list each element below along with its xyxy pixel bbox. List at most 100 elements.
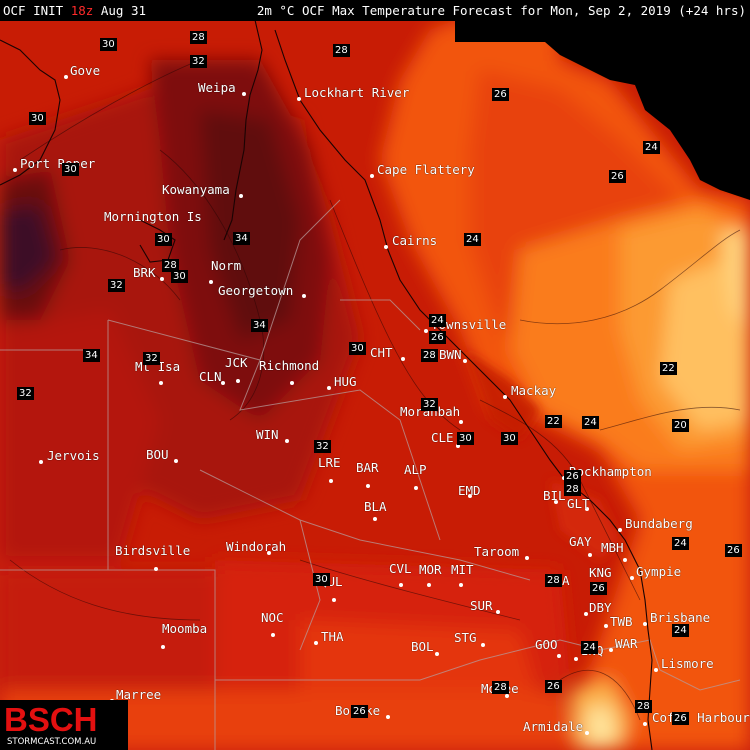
city-label: WAR (615, 636, 638, 651)
contour-label: 28 (190, 31, 207, 44)
city-marker (604, 624, 608, 628)
city-label: WIN (256, 427, 279, 442)
city-marker (242, 92, 246, 96)
city-label: Rockhampton (569, 464, 652, 479)
init-text: OCF INIT (3, 3, 64, 18)
contour-label: 30 (29, 112, 46, 125)
city-label: MIT (451, 562, 474, 577)
contour-label: 30 (349, 342, 366, 355)
city-marker (401, 357, 405, 361)
city-marker (585, 731, 589, 735)
city-marker (643, 622, 647, 626)
contour-label: 24 (429, 314, 446, 327)
contour-label: 30 (501, 432, 518, 445)
city-label: EMD (458, 483, 481, 498)
contour-label: 26 (351, 705, 368, 718)
contour-label: 32 (314, 440, 331, 453)
contour-label: 28 (492, 681, 509, 694)
city-marker (370, 174, 374, 178)
city-label: Birdsville (115, 543, 191, 558)
city-label: JCK (225, 355, 248, 370)
city-label: CLE (431, 430, 454, 445)
city-label: Norm (211, 258, 242, 273)
city-label: MOR (419, 562, 442, 577)
city-label: GAY (569, 534, 592, 549)
contour-label: 26 (492, 88, 509, 101)
city-marker (574, 657, 578, 661)
contour-label: 30 (171, 270, 188, 283)
city-marker (525, 556, 529, 560)
city-marker (174, 459, 178, 463)
city-label: GLT (567, 496, 590, 511)
city-marker (588, 553, 592, 557)
city-label: Gympie (636, 564, 682, 579)
city-label: Windorah (226, 539, 287, 554)
contour-label: 34 (233, 232, 250, 245)
contour-label: 22 (545, 415, 562, 428)
city-marker (609, 648, 613, 652)
city-marker (459, 583, 463, 587)
city-marker (64, 75, 68, 79)
city-label: ALP (404, 462, 427, 477)
city-marker (384, 245, 388, 249)
city-marker (584, 612, 588, 616)
city-marker (271, 633, 275, 637)
city-label: Richmond (259, 358, 320, 373)
contour-label: 26 (564, 470, 581, 483)
contour-label: 32 (17, 387, 34, 400)
city-label: Mackay (511, 383, 557, 398)
city-label: Weipa (198, 80, 236, 95)
city-marker (297, 97, 301, 101)
contour-label: 24 (672, 537, 689, 550)
city-marker (630, 576, 634, 580)
contour-label: 28 (421, 349, 438, 362)
city-marker (285, 439, 289, 443)
bsch-logo: BSCH STORMCAST.COM.AU (0, 700, 128, 750)
city-marker (643, 722, 647, 726)
contour-label: 22 (660, 362, 677, 375)
city-label: BLA (364, 499, 387, 514)
city-label: BOL (411, 639, 434, 654)
contour-label: 30 (100, 38, 117, 51)
city-label: Cape Flattery (377, 162, 475, 177)
city-label: CHT (370, 345, 393, 360)
city-label: SUR (470, 598, 493, 613)
city-marker (435, 652, 439, 656)
contour-label: 26 (609, 170, 626, 183)
contour-label: 30 (155, 233, 172, 246)
city-label: Port Roper (20, 156, 96, 171)
city-label: Mornington Is (104, 209, 202, 224)
city-label: NOC (261, 610, 284, 625)
city-label: Lockhart River (304, 85, 410, 100)
city-marker (386, 715, 390, 719)
city-marker (327, 386, 331, 390)
contour-label: 24 (582, 416, 599, 429)
city-marker (654, 668, 658, 672)
city-label: Lismore (661, 656, 714, 671)
contour-label: 30 (62, 163, 79, 176)
city-label: CLN (199, 369, 222, 384)
contour-label: 28 (635, 700, 652, 713)
logo-brand: BSCH (4, 701, 98, 738)
contour-label: 34 (251, 319, 268, 332)
city-marker (481, 643, 485, 647)
city-marker (414, 486, 418, 490)
city-marker (366, 484, 370, 488)
city-label: BIL (543, 488, 566, 503)
city-marker (424, 329, 428, 333)
contour-label: 24 (643, 141, 660, 154)
city-label: Coffs Harbour (652, 710, 750, 725)
city-label: BWN (439, 347, 462, 362)
contour-label: 26 (725, 544, 742, 557)
city-marker (160, 277, 164, 281)
init-hour: 18z (70, 3, 94, 18)
contour-label: 26 (590, 582, 607, 595)
city-label: Jervois (47, 448, 100, 463)
contour-label: 26 (545, 680, 562, 693)
contour-label: 32 (143, 352, 160, 365)
contour-label: 24 (672, 624, 689, 637)
city-marker (463, 359, 467, 363)
city-label: THA (321, 629, 344, 644)
city-label: Cairns (392, 233, 438, 248)
contour-label: 20 (672, 419, 689, 432)
